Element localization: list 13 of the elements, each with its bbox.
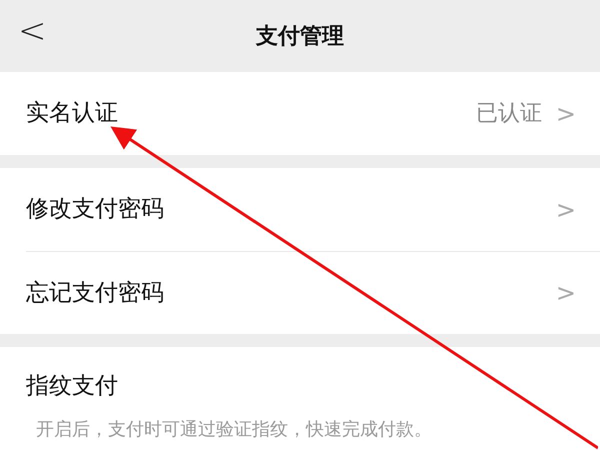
page-title: 支付管理 bbox=[256, 22, 344, 50]
row-value: 已认证 bbox=[476, 100, 542, 128]
settings-row[interactable]: 忘记支付密码 > bbox=[26, 251, 600, 334]
row-label: 忘记支付密码 bbox=[26, 278, 164, 308]
chevron-icon: > bbox=[556, 275, 576, 311]
description-text: 开启后，支付时可通过验证指纹，快速完成付款。 bbox=[35, 418, 433, 442]
back-button[interactable]: < bbox=[18, 14, 46, 48]
row-label: 实名认证 bbox=[26, 99, 118, 128]
chevron-icon: > bbox=[556, 96, 576, 132]
settings-row[interactable]: 修改支付密码 > bbox=[26, 168, 600, 251]
row-label: 指纹支付 bbox=[26, 372, 119, 401]
chevron-icon: > bbox=[556, 192, 576, 228]
row-label: 修改支付密码 bbox=[26, 195, 164, 224]
